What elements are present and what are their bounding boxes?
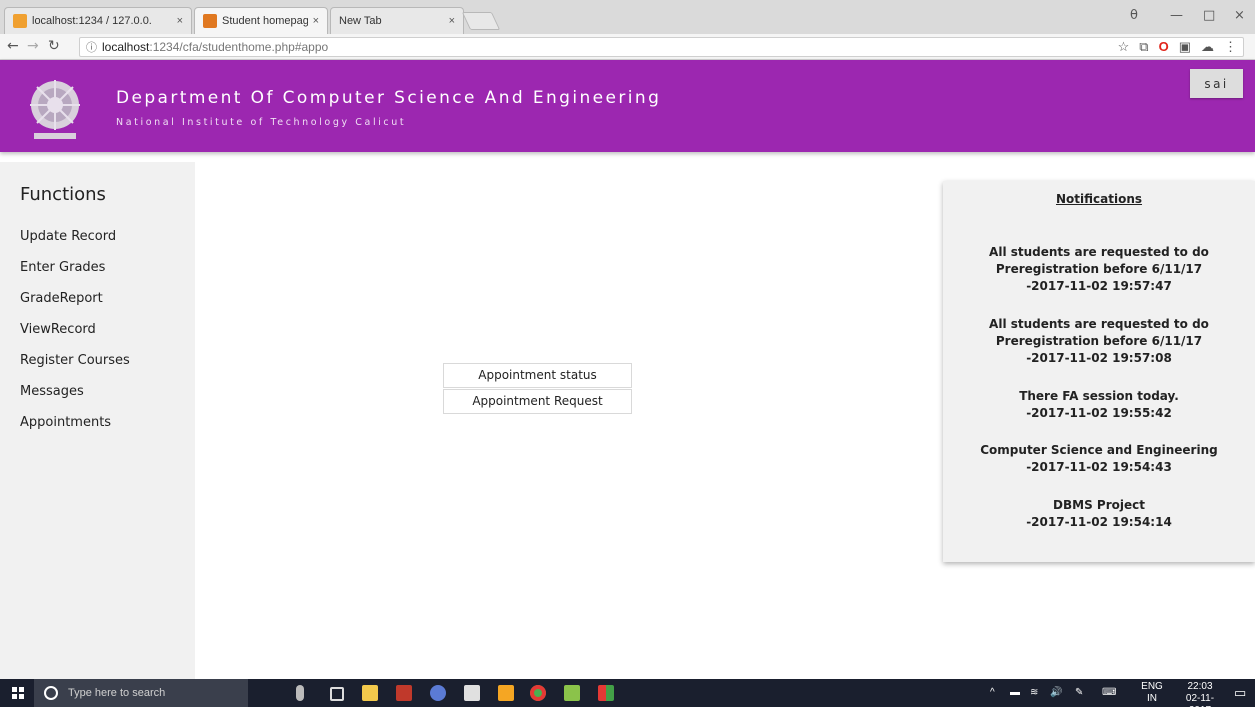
notification-center-icon[interactable]: ▭ <box>1234 679 1246 707</box>
extension-icons: ☆ ⧉ O ▣ ☁ ⋮ <box>1118 38 1237 56</box>
sidebar-title: Functions <box>20 184 106 205</box>
file-explorer-icon[interactable] <box>362 685 378 701</box>
notification-text: All students are requested to do <box>989 317 1209 331</box>
windows-start-icon[interactable] <box>12 687 24 699</box>
notepad-icon[interactable] <box>564 685 580 701</box>
tab-phpmyadmin[interactable]: localhost:1234 / 127.0.0. × <box>4 7 192 34</box>
browser-toolbar: ← → ↻ ⓘ localhost:1234/cfa/studenthome.ph… <box>0 34 1255 60</box>
xampp-favicon-icon <box>203 14 217 28</box>
notification-item: All students are requested to do Preregi… <box>943 244 1255 295</box>
sidebar-item-appointments[interactable]: Appointments <box>20 415 111 430</box>
menu-dots-icon[interactable]: ⋮ <box>1224 38 1237 56</box>
tab-new-tab[interactable]: New Tab × <box>330 7 464 34</box>
profile-icon[interactable]: θ <box>1130 8 1138 23</box>
appointment-request-button[interactable]: Appointment Request <box>443 389 632 414</box>
cortana-icon <box>44 686 58 700</box>
tab-student-homepage[interactable]: Student homepage × <box>194 7 328 34</box>
pen-icon[interactable]: ✎ <box>1075 679 1083 707</box>
institute-logo-icon <box>30 80 80 139</box>
search-placeholder: Type here to search <box>68 687 166 699</box>
user-menu-button[interactable]: sai <box>1190 69 1243 98</box>
notification-item: All students are requested to do Preregi… <box>943 316 1255 367</box>
tab-title: Student homepage <box>222 15 308 27</box>
notification-text: Preregistration before 6/11/17 <box>995 262 1203 276</box>
notification-text: Computer Science and Engineering <box>980 443 1218 457</box>
notification-item: There FA session today. -2017-11-02 19:5… <box>943 388 1255 422</box>
site-header: Department Of Computer Science And Engin… <box>0 60 1255 152</box>
notification-text: There FA session today. <box>1019 389 1179 403</box>
close-window-button[interactable]: × <box>1234 8 1245 23</box>
mail-icon[interactable] <box>464 685 480 701</box>
cast-icon[interactable]: ⧉ <box>1139 38 1148 56</box>
app-icon[interactable] <box>498 685 514 701</box>
tray-chevron-icon[interactable]: ^ <box>990 679 995 707</box>
language-indicator[interactable]: ENG IN <box>1137 681 1167 705</box>
info-icon[interactable]: ⓘ <box>86 42 97 54</box>
url-path: :1234/cfa/studenthome.php#appo <box>149 40 329 54</box>
new-tab-button[interactable] <box>461 12 501 30</box>
notification-text: DBMS Project <box>1053 498 1145 512</box>
notification-text: All students are requested to do <box>989 245 1209 259</box>
sidebar-item-messages[interactable]: Messages <box>20 384 84 399</box>
sidebar-item-update-record[interactable]: Update Record <box>20 229 116 244</box>
sidebar-item-register-courses[interactable]: Register Courses <box>20 353 130 368</box>
lang-code: ENG <box>1141 681 1163 692</box>
tab-title: localhost:1234 / 127.0.0. <box>32 15 152 27</box>
app-grid-icon[interactable] <box>598 685 614 701</box>
sidebar: Functions Update Record Enter Grades Gra… <box>0 162 195 679</box>
notification-item: Computer Science and Engineering -2017-1… <box>943 442 1255 476</box>
clock-date: 02-11-2017 <box>1185 693 1215 716</box>
notification-text: Preregistration before 6/11/17 <box>995 334 1203 348</box>
appointment-status-button[interactable]: Appointment status <box>443 363 632 388</box>
system-clock[interactable]: 22:03 02-11-2017 <box>1175 681 1225 717</box>
extension-icon[interactable]: ▣ <box>1179 38 1191 56</box>
maximize-button[interactable]: □ <box>1203 8 1215 23</box>
tab-close-icon[interactable]: × <box>449 15 455 27</box>
opera-icon[interactable]: O <box>1159 38 1169 56</box>
minimize-button[interactable]: — <box>1170 8 1183 23</box>
sidebar-item-grade-report[interactable]: GradeReport <box>20 291 103 306</box>
notification-item: DBMS Project -2017-11-02 19:54:14 <box>943 497 1255 531</box>
notification-timestamp: -2017-11-02 19:57:08 <box>1026 351 1172 365</box>
browser-tab-bar: localhost:1234 / 127.0.0. × Student home… <box>0 0 1255 34</box>
volume-icon[interactable]: 🔊 <box>1050 679 1062 707</box>
chrome-icon[interactable] <box>530 685 546 701</box>
battery-icon[interactable]: ▬ <box>1010 679 1020 707</box>
taskbar-search-input[interactable]: Type here to search <box>34 679 248 707</box>
wifi-icon[interactable]: ≋ <box>1030 679 1038 707</box>
clock-time: 22:03 <box>1187 681 1213 692</box>
site-title: Department Of Computer Science And Engin… <box>116 88 662 108</box>
notifications-title: Notifications <box>1055 192 1143 206</box>
tab-close-icon[interactable]: × <box>313 15 319 27</box>
forward-arrow-icon[interactable]: → <box>27 38 39 54</box>
windows-taskbar: Type here to search ^ ▬ ≋ 🔊 ✎ ⌨ ENG IN 2… <box>0 679 1255 716</box>
notifications-panel: Notifications All students are requested… <box>943 181 1255 562</box>
bookmark-star-icon[interactable]: ☆ <box>1118 38 1130 56</box>
keyboard-icon[interactable]: ⌨ <box>1102 679 1116 707</box>
browser-icon[interactable] <box>430 685 446 701</box>
notification-timestamp: -2017-11-02 19:54:43 <box>1026 460 1172 474</box>
mcafee-icon[interactable] <box>396 685 412 701</box>
tab-close-icon[interactable]: × <box>177 15 183 27</box>
sidebar-item-enter-grades[interactable]: Enter Grades <box>20 260 105 275</box>
tab-title: New Tab <box>339 15 382 27</box>
reload-icon[interactable]: ↻ <box>48 38 60 54</box>
phpmyadmin-favicon-icon <box>13 14 27 28</box>
notification-timestamp: -2017-11-02 19:55:42 <box>1026 406 1172 420</box>
address-bar[interactable]: ⓘ localhost:1234/cfa/studenthome.php#appo… <box>79 37 1244 57</box>
notification-timestamp: -2017-11-02 19:57:47 <box>1026 279 1172 293</box>
site-subtitle: National Institute of Technology Calicut <box>116 117 407 128</box>
region-code: IN <box>1147 693 1157 704</box>
notification-timestamp: -2017-11-02 19:54:14 <box>1026 515 1172 529</box>
task-view-icon[interactable] <box>330 687 344 701</box>
url-host: localhost <box>102 40 150 54</box>
back-arrow-icon[interactable]: ← <box>7 38 19 54</box>
cloud-icon[interactable]: ☁ <box>1201 38 1214 56</box>
microphone-icon[interactable] <box>296 685 304 701</box>
sidebar-item-view-record[interactable]: ViewRecord <box>20 322 96 337</box>
